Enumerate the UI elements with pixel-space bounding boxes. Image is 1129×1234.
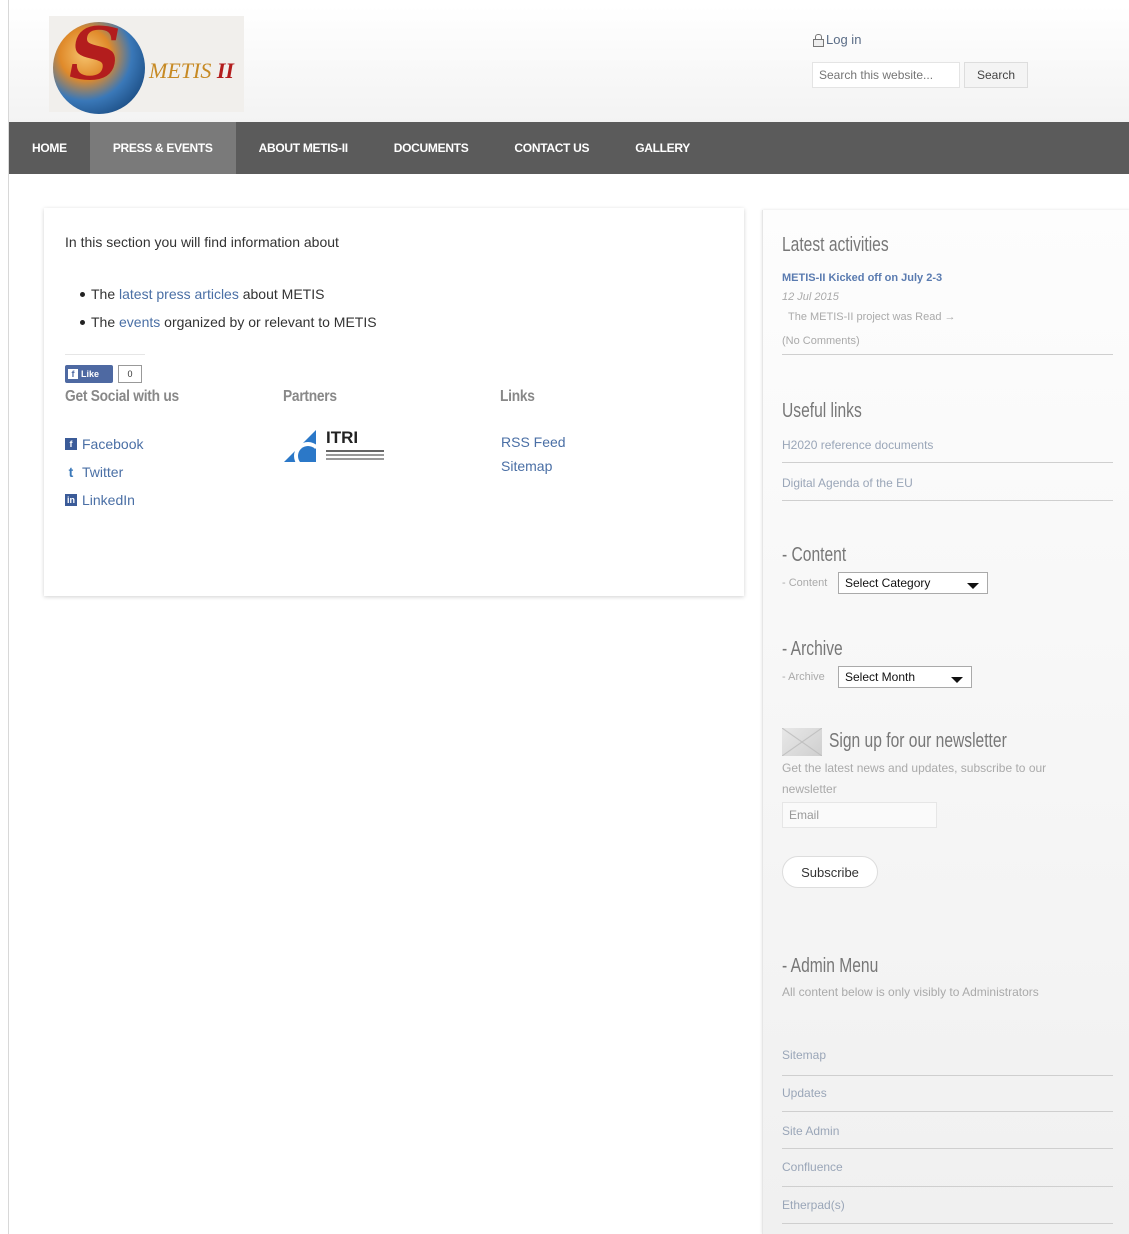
useful-links-heading: Useful links	[782, 400, 862, 422]
chevron-down-icon	[951, 677, 963, 683]
month-select[interactable]: Select Month	[838, 666, 972, 688]
divider	[782, 1111, 1113, 1112]
social-label: Facebook	[82, 436, 144, 452]
month-select-value: Select Month	[845, 670, 916, 684]
list-text: about METIS	[242, 286, 325, 302]
post-date: 12 Jul 2015	[782, 291, 839, 303]
post-title-link[interactable]: METIS-II Kicked off on July 2-3	[782, 272, 942, 284]
admin-link-updates[interactable]: Updates	[782, 1086, 827, 1100]
social-label: LinkedIn	[82, 492, 135, 508]
rss-feed-link[interactable]: RSS Feed	[501, 430, 566, 454]
useful-link-h2020[interactable]: H2020 reference documents	[782, 438, 933, 452]
envelope-icon	[782, 728, 822, 756]
intro-text: In this section you will find informatio…	[65, 234, 339, 250]
social-list: f Facebook t Twitter in LinkedIn	[65, 430, 143, 514]
social-facebook[interactable]: f Facebook	[65, 430, 143, 458]
links-list: RSS Feed Sitemap	[501, 430, 566, 478]
archive-label: - Archive	[782, 671, 825, 683]
site-header: S METIS II Log in Search	[9, 6, 1129, 122]
page-border	[8, 0, 9, 1234]
logo-emblem: S	[69, 11, 121, 96]
like-count: 0	[118, 365, 142, 383]
list-text: The	[91, 286, 116, 302]
social-linkedin[interactable]: in LinkedIn	[65, 486, 143, 514]
main-nav: HOME PRESS & EVENTS ABOUT METIS-II DOCUM…	[9, 122, 1129, 174]
social-heading: Get Social with us	[65, 388, 179, 405]
latest-activities-heading: Latest activities	[782, 234, 889, 256]
partners-heading: Partners	[283, 388, 337, 405]
divider	[782, 1223, 1113, 1224]
links-heading: Links	[500, 388, 535, 405]
subscribe-button[interactable]: Subscribe	[782, 856, 878, 888]
nav-gallery[interactable]: GALLERY	[612, 122, 713, 174]
social-label: Twitter	[82, 464, 124, 480]
divider	[782, 354, 1113, 355]
bullet	[80, 320, 85, 325]
search-button[interactable]: Search	[964, 62, 1028, 88]
newsletter-heading: Sign up for our newsletter	[829, 730, 1007, 752]
main-content: In this section you will find informatio…	[44, 208, 744, 596]
content-label: - Content	[782, 577, 828, 589]
category-select-value: Select Category	[845, 576, 931, 590]
admin-link-etherpad[interactable]: Etherpad(s)	[782, 1198, 845, 1212]
sidebar: Latest activities METIS-II Kicked off on…	[762, 210, 1129, 1234]
itri-arc	[294, 442, 322, 470]
category-select[interactable]: Select Category	[838, 572, 988, 594]
admin-menu-heading: - Admin Menu	[782, 955, 879, 977]
nav-contact[interactable]: CONTACT US	[491, 122, 612, 174]
logo-text-roman: II	[216, 58, 234, 83]
newsletter-description: Get the latest news and updates, subscri…	[782, 761, 1047, 775]
like-label: Like	[81, 369, 100, 379]
email-field[interactable]: Email	[782, 802, 937, 828]
events-link[interactable]: events	[119, 314, 160, 330]
post-comments[interactable]: (No Comments)	[782, 335, 860, 347]
page: S METIS II Log in Search HOME PRESS & EV…	[0, 0, 1129, 1234]
divider	[782, 462, 1113, 463]
twitter-icon: t	[68, 464, 74, 480]
nav-about[interactable]: ABOUT METIS-II	[236, 122, 371, 174]
divider	[782, 1186, 1113, 1187]
list-text: organized by or relevant to METIS	[164, 314, 377, 330]
admin-link-sitemap[interactable]: Sitemap	[782, 1048, 826, 1062]
content-heading: - Content	[782, 544, 847, 566]
nav-press-events[interactable]: PRESS & EVENTS	[89, 122, 236, 174]
nav-home[interactable]: HOME	[9, 122, 90, 174]
admin-menu-description: All content below is only visibly to Adm…	[782, 985, 1039, 999]
facebook-icon: f	[65, 438, 77, 450]
post-excerpt[interactable]: The METIS-II project was Read →	[788, 311, 956, 323]
itri-subtitle-lines	[326, 450, 384, 452]
admin-link-site-admin[interactable]: Site Admin	[782, 1124, 839, 1138]
facebook-icon: f	[68, 369, 78, 379]
search-input[interactable]	[812, 62, 960, 88]
sitemap-link[interactable]: Sitemap	[501, 454, 566, 478]
newsletter-description-cont: newsletter	[782, 782, 837, 796]
divider	[782, 500, 1113, 501]
divider	[782, 1075, 1113, 1076]
press-articles-link[interactable]: latest press articles	[119, 286, 239, 302]
site-logo[interactable]: S METIS II	[49, 11, 244, 114]
list-item: The latest press articles about METIS	[80, 280, 377, 308]
nav-documents[interactable]: DOCUMENTS	[371, 122, 492, 174]
divider	[65, 354, 145, 355]
login-link[interactable]: Log in	[813, 32, 861, 47]
archive-heading: - Archive	[782, 638, 843, 660]
logo-text-metis: METIS	[149, 58, 212, 83]
facebook-like-button[interactable]: f Like	[65, 365, 113, 383]
lock-icon	[813, 33, 824, 47]
social-twitter[interactable]: t Twitter	[65, 458, 143, 486]
login-label: Log in	[826, 32, 862, 47]
logo-text: METIS II	[149, 58, 234, 84]
partner-name: ITRI	[326, 428, 359, 447]
partner-itri-logo[interactable]: ITRI	[284, 428, 384, 470]
list-text: The	[91, 314, 116, 330]
list-item: The events organized by or relevant to M…	[80, 308, 377, 336]
chevron-down-icon	[967, 583, 979, 589]
info-list: The latest press articles about METIS Th…	[80, 280, 377, 336]
divider	[782, 1148, 1113, 1149]
useful-link-digital-agenda[interactable]: Digital Agenda of the EU	[782, 476, 913, 490]
linkedin-icon: in	[65, 494, 77, 506]
admin-link-confluence[interactable]: Confluence	[782, 1160, 843, 1174]
bullet	[80, 292, 85, 297]
